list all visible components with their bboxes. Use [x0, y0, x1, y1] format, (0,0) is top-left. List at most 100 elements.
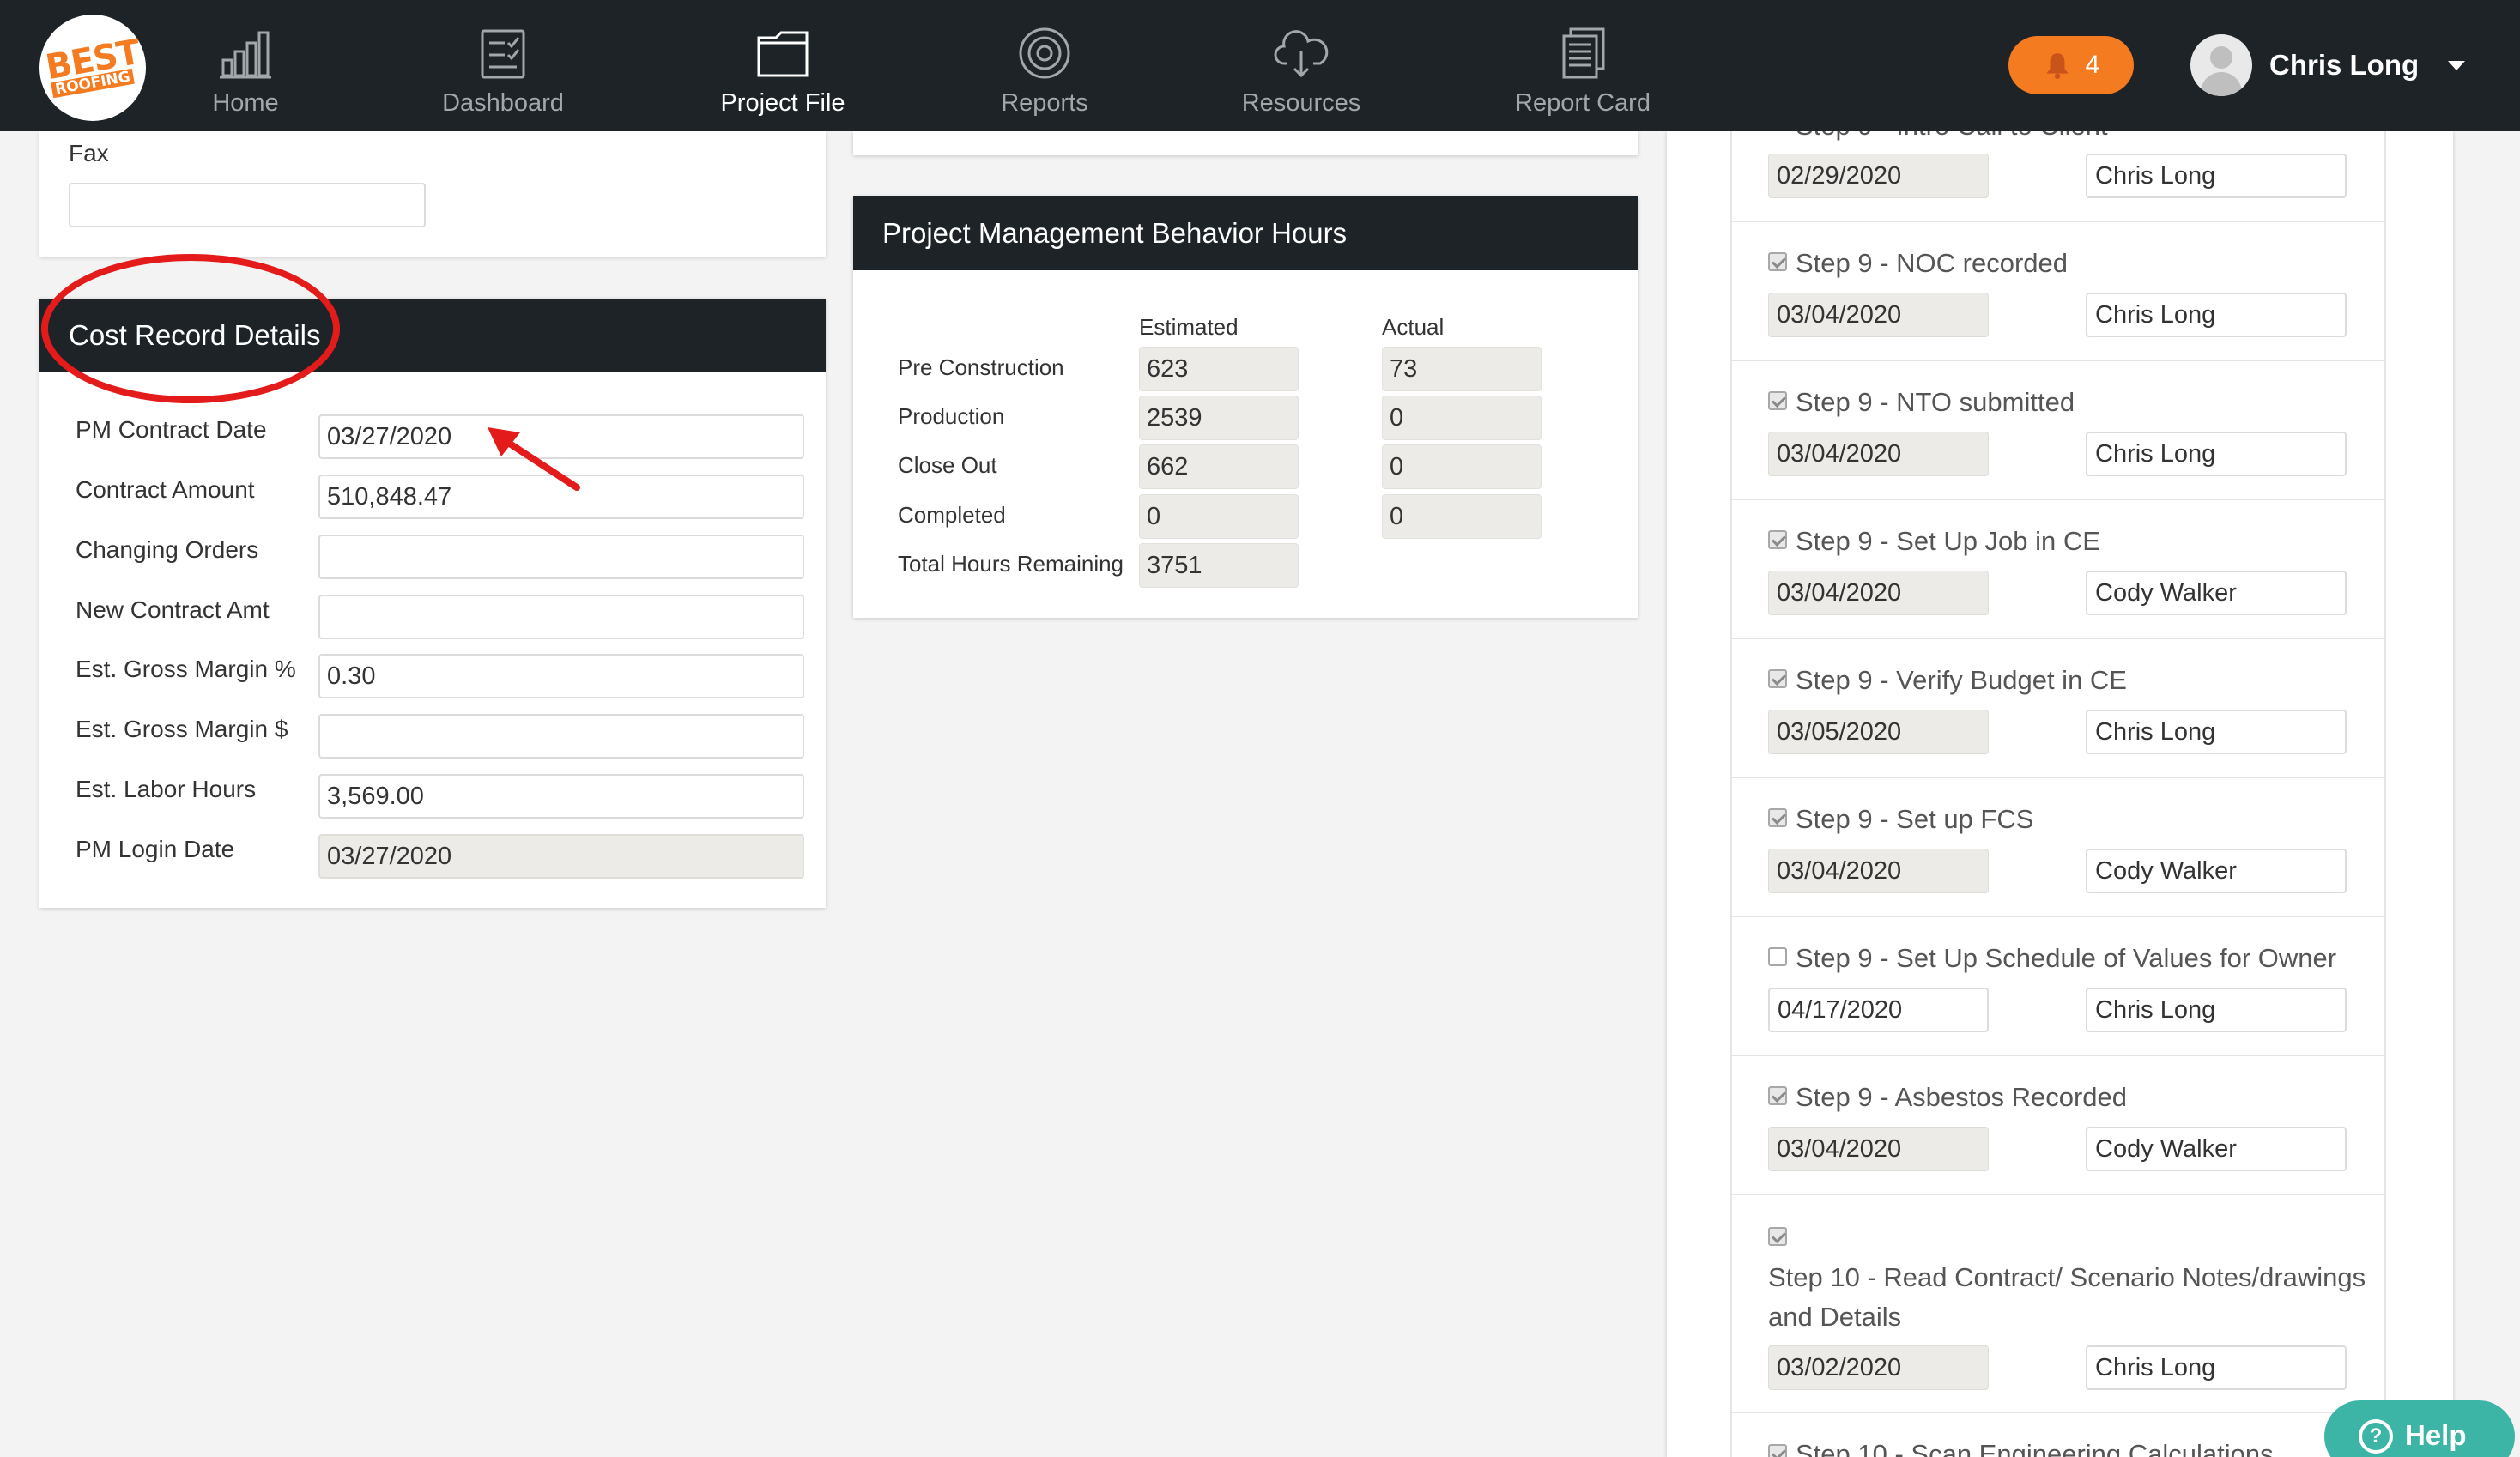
step-checkbox[interactable]	[1768, 947, 1787, 966]
step-checkbox[interactable]	[1768, 391, 1787, 410]
completed-actual: 0	[1382, 494, 1542, 539]
nav-dashboard-label: Dashboard	[442, 89, 564, 117]
folder-icon	[757, 31, 809, 77]
changing-orders-input[interactable]	[318, 535, 804, 579]
est-gross-margin-dollar-input[interactable]	[318, 714, 804, 759]
step-checkbox[interactable]	[1768, 669, 1787, 688]
step-title: Step 9 - Verify Budget in CE	[1796, 665, 2127, 695]
step-item: Step 9 - Intro Call to Client 02/29/2020…	[1730, 131, 2386, 222]
production-label: Production	[898, 403, 1005, 429]
total-hours-remaining-value: 3751	[1139, 543, 1299, 588]
pm-hours-header: Project Management Behavior Hours	[853, 196, 1638, 270]
step-user[interactable]: Cody Walker	[2086, 1127, 2347, 1171]
step-item: Step 10 - Read Contract/ Scenario Notes/…	[1730, 1195, 2386, 1413]
nav-project-file-label: Project File	[720, 89, 845, 117]
step-user[interactable]: Chris Long	[2086, 710, 2347, 754]
step-date: 03/04/2020	[1768, 293, 1989, 337]
step-checkbox[interactable]	[1768, 252, 1787, 271]
close-out-estimated: 662	[1139, 444, 1299, 489]
scrolled-card-bottom	[853, 131, 1638, 155]
step-title-continued: and Details	[1768, 1302, 1902, 1332]
fax-label: Fax	[69, 140, 109, 166]
step-date[interactable]: 04/17/2020	[1768, 988, 1989, 1032]
est-gross-margin-dollar-label: Est. Gross Margin $	[76, 716, 288, 742]
nav-report-card[interactable]: Report Card	[1514, 26, 1651, 120]
est-gross-margin-pct-input[interactable]	[318, 654, 804, 698]
estimated-column-header: Estimated	[1139, 314, 1239, 340]
notification-count: 4	[2085, 51, 2100, 79]
avatar	[2190, 34, 2252, 96]
step-user[interactable]: Chris Long	[2086, 154, 2347, 198]
step-date: 03/04/2020	[1768, 432, 1989, 476]
step-date: 03/05/2020	[1768, 710, 1989, 754]
completed-estimated: 0	[1139, 494, 1299, 539]
actual-column-header: Actual	[1382, 314, 1445, 340]
nav-report-card-label: Report Card	[1515, 89, 1651, 117]
nav-project-file[interactable]: Project File	[714, 26, 851, 120]
step-date: 02/29/2020	[1768, 154, 1989, 198]
step-date: 03/04/2020	[1768, 571, 1989, 615]
total-hours-remaining-label: Total Hours Remaining	[898, 551, 1124, 577]
step-user[interactable]: Cody Walker	[2086, 571, 2347, 615]
step-checkbox[interactable]	[1768, 1227, 1787, 1246]
step-user[interactable]: Chris Long	[2086, 293, 2347, 337]
help-label: Help	[2405, 1419, 2467, 1451]
nav-home[interactable]: Home	[191, 26, 300, 120]
step-title: Step 9 - Asbestos Recorded	[1796, 1082, 2128, 1112]
step-date: 03/02/2020	[1768, 1345, 1989, 1390]
step-user[interactable]: Chris Long	[2086, 432, 2347, 476]
changing-orders-label: Changing Orders	[76, 536, 259, 563]
contract-amount-label: Contract Amount	[76, 476, 255, 503]
step-date: 03/04/2020	[1768, 849, 1989, 893]
clipboard-check-icon	[481, 29, 525, 79]
question-icon: ?	[2359, 1419, 2393, 1454]
nav-reports-label: Reports	[1001, 89, 1088, 117]
step-checkbox[interactable]	[1768, 1444, 1787, 1457]
pm-login-date-label: PM Login Date	[76, 836, 235, 862]
nav-resources[interactable]: Resources	[1242, 26, 1360, 120]
pre-construction-estimated: 623	[1139, 347, 1299, 391]
step-user[interactable]: Chris Long	[2086, 1345, 2347, 1390]
step-item: Step 9 - Verify Budget in CE 03/05/2020 …	[1730, 639, 2386, 778]
annotation-circle	[41, 254, 340, 403]
step-item: Step 9 - Set Up Job in CE 03/04/2020 Cod…	[1730, 500, 2386, 639]
step-item: Step 9 - Set up FCS 03/04/2020 Cody Walk…	[1730, 778, 2386, 917]
est-labor-hours-input[interactable]	[318, 774, 804, 819]
step-title: Step 10 - Scan Engineering Calculations	[1796, 1439, 2274, 1457]
step-checkbox[interactable]	[1768, 1086, 1787, 1105]
cloud-download-icon	[1274, 30, 1329, 78]
help-button[interactable]: ? Help	[2324, 1400, 2515, 1457]
pm-hours-card: Project Management Behavior Hours Estima…	[853, 196, 1638, 618]
target-icon	[1019, 27, 1070, 79]
chevron-down-icon	[2448, 60, 2466, 70]
step-title: Step 9 - NOC recorded	[1796, 248, 2069, 278]
nav-dashboard[interactable]: Dashboard	[434, 26, 572, 120]
close-out-label: Close Out	[898, 452, 997, 478]
company-logo[interactable]: BEST ROOFING	[39, 15, 146, 121]
step-item: Step 9 - Set Up Schedule of Values for O…	[1730, 917, 2386, 1056]
step-checkbox[interactable]	[1768, 808, 1787, 827]
nav-home-label: Home	[212, 89, 279, 117]
fax-input[interactable]	[69, 183, 426, 227]
pm-login-date-input	[318, 834, 804, 879]
production-estimated: 2539	[1139, 396, 1299, 440]
step-title: Step 9 - Set up FCS	[1796, 804, 2034, 834]
est-gross-margin-pct-label: Est. Gross Margin %	[76, 656, 296, 682]
production-actual: 0	[1382, 396, 1542, 440]
pm-hours-title: Project Management Behavior Hours	[882, 217, 1348, 249]
new-contract-amt-label: New Contract Amt	[76, 596, 270, 623]
document-icon	[1562, 27, 1605, 79]
step-title: Step 10 - Read Contract/ Scenario Notes/…	[1768, 1262, 2366, 1292]
step-user[interactable]: Cody Walker	[2086, 849, 2347, 893]
step-title: Step 9 - Set Up Job in CE	[1796, 526, 2100, 556]
step-title: Step 9 - NTO submitted	[1796, 387, 2075, 417]
pre-construction-actual: 73	[1382, 347, 1542, 391]
step-item: Step 9 - NOC recorded 03/04/2020 Chris L…	[1730, 222, 2386, 361]
notifications-button[interactable]: 4	[2008, 36, 2134, 94]
user-menu[interactable]: Chris Long	[2190, 34, 2466, 96]
step-item: Step 9 - NTO submitted 03/04/2020 Chris …	[1730, 361, 2386, 500]
new-contract-amt-input[interactable]	[318, 595, 804, 639]
step-user[interactable]: Chris Long	[2086, 988, 2347, 1032]
step-checkbox[interactable]	[1768, 530, 1787, 549]
nav-reports[interactable]: Reports	[987, 26, 1102, 120]
